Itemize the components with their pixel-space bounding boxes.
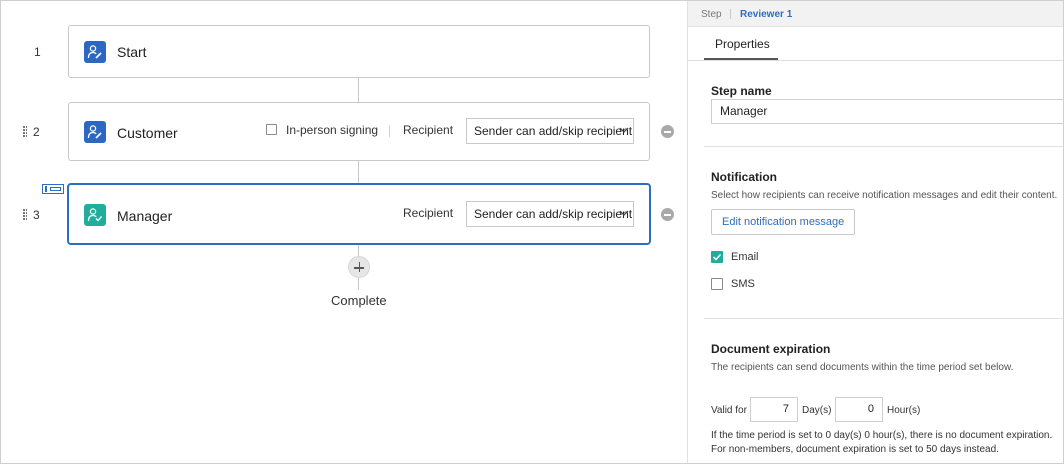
expiration-title: Document expiration — [711, 342, 831, 356]
add-step-button[interactable] — [348, 256, 370, 278]
breadcrumb-divider — [730, 9, 731, 19]
edit-notification-button[interactable]: Edit notification message — [711, 209, 856, 235]
app-frame: 1 Start 2 Customer In-person signing Rec… — [0, 0, 1064, 464]
notification-description: Select how recipients can receive notifi… — [711, 190, 1058, 201]
recipient-label: Recipient — [403, 206, 454, 220]
user-edit-icon — [84, 41, 106, 63]
expiration-note: If the time period is set to 0 day(s) 0 … — [711, 430, 1053, 441]
user-check-icon — [84, 204, 106, 226]
workflow-canvas: 1 Start 2 Customer In-person signing Rec… — [1, 1, 687, 463]
step-name-title: Step name — [711, 84, 772, 98]
connector-line — [358, 244, 359, 256]
complete-label: Complete — [331, 293, 387, 308]
user-edit-icon — [84, 121, 106, 143]
sms-checkbox[interactable] — [711, 278, 723, 290]
order-tag-icon — [42, 184, 64, 194]
divider — [704, 318, 1063, 319]
chevron-down-icon — [619, 210, 629, 216]
email-label: Email — [731, 251, 759, 263]
breadcrumb-step[interactable]: Step — [701, 9, 722, 20]
valid-for-label: Valid for — [711, 405, 747, 416]
step-title: Manager — [117, 208, 173, 224]
days-unit-label: Day(s) — [802, 405, 832, 416]
days-value: 7 — [782, 403, 789, 415]
hours-input[interactable]: 0 — [835, 397, 883, 422]
connector-line — [358, 278, 359, 290]
divider — [704, 146, 1063, 147]
tab-bar: Properties — [688, 27, 1063, 61]
step-title: Start — [117, 44, 147, 60]
remove-step-button[interactable] — [661, 125, 674, 138]
sms-label: SMS — [731, 278, 755, 290]
connector-line — [358, 78, 359, 102]
drag-handle-icon[interactable] — [23, 126, 27, 137]
step-number: 1 — [34, 45, 41, 59]
step-title: Customer — [117, 125, 178, 141]
active-tab-indicator — [704, 58, 778, 60]
days-input[interactable]: 7 — [750, 397, 798, 422]
step-card-customer[interactable]: Customer In-person signing Recipient Sen… — [68, 102, 650, 161]
in-person-signing-checkbox[interactable] — [266, 124, 277, 135]
breadcrumb-current: Reviewer 1 — [740, 9, 793, 20]
expiration-description: The recipients can send documents within… — [711, 362, 1014, 373]
checkmark-icon — [712, 253, 722, 261]
step-name-value: Manager — [720, 104, 768, 118]
recipient-label: Recipient — [403, 123, 454, 137]
recipient-select-value: Sender can add/skip recipient — [474, 207, 633, 221]
connector-line — [358, 161, 359, 184]
remove-step-button[interactable] — [661, 208, 674, 221]
step-name-input[interactable]: Manager — [711, 99, 1063, 124]
email-checkbox[interactable] — [711, 251, 723, 263]
in-person-signing-label: In-person signing — [286, 123, 379, 137]
drag-handle-icon[interactable] — [23, 209, 27, 220]
divider — [389, 125, 390, 137]
hours-value: 0 — [867, 403, 874, 415]
recipient-select[interactable]: Sender can add/skip recipient — [466, 118, 634, 144]
notification-title: Notification — [711, 170, 777, 184]
chevron-down-icon — [619, 127, 629, 133]
recipient-select-value: Sender can add/skip recipient — [474, 124, 633, 138]
recipient-select[interactable]: Sender can add/skip recipient — [466, 201, 634, 227]
expiration-note: For non-members, document expiration is … — [711, 444, 999, 455]
step-card-manager[interactable]: Manager Recipient Sender can add/skip re… — [67, 183, 651, 245]
step-number: 3 — [33, 208, 40, 222]
properties-panel: Step Reviewer 1 Properties Step name Man… — [687, 1, 1063, 463]
breadcrumb: Step Reviewer 1 — [688, 1, 1063, 27]
step-card-start[interactable]: Start — [68, 25, 650, 78]
tab-properties[interactable]: Properties — [715, 37, 770, 51]
step-number: 2 — [33, 125, 40, 139]
hours-unit-label: Hour(s) — [887, 405, 921, 416]
